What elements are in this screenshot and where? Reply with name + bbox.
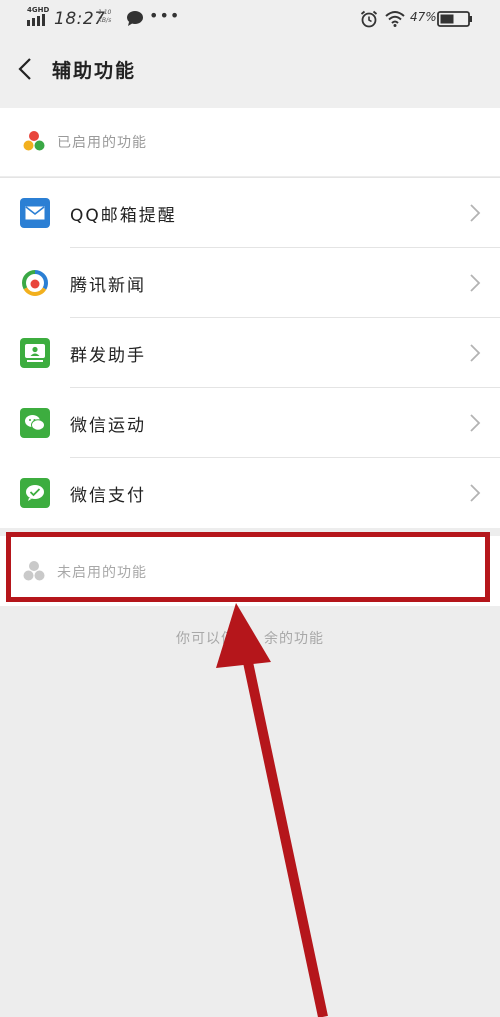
mail-icon: [20, 198, 50, 228]
list-item-label: 微信支付: [70, 486, 146, 506]
back-button[interactable]: [10, 52, 40, 86]
list-item-tencent-news[interactable]: 腾讯新闻: [0, 248, 500, 318]
annotation-highlight-box: [6, 532, 490, 602]
feature-dots-icon: [23, 131, 45, 151]
title-bar: 辅助功能: [0, 40, 500, 110]
wechat-pay-icon: [20, 478, 50, 508]
wifi-icon: [385, 11, 405, 27]
status-bar: 4GHD 18:27 1.10 KB/s ••• 47%: [0, 0, 500, 40]
battery-percentage: 47%: [410, 10, 437, 24]
hint-text: 你可以停 余的功能: [0, 628, 500, 648]
hint-text-left: 你可以停: [176, 631, 236, 647]
mass-send-icon: [20, 338, 50, 368]
list-item-label: 微信运动: [70, 416, 146, 436]
enabled-section-label: 已启用的功能: [57, 135, 147, 151]
back-arrow-icon: [18, 58, 31, 80]
chevron-right-icon: [470, 344, 481, 362]
message-notification-icon: [127, 11, 143, 26]
enabled-features-list: QQ邮箱提醒 腾讯新闻 群发助手 微信运动 微信支付: [0, 178, 500, 528]
list-item-mass-send[interactable]: 群发助手: [0, 318, 500, 388]
chevron-right-icon: [470, 484, 481, 502]
alarm-icon: [360, 10, 378, 28]
list-item-label: 群发助手: [70, 346, 146, 366]
list-item-label: 腾讯新闻: [70, 276, 146, 296]
signal-icon: [27, 14, 45, 26]
wechat-sport-icon: [20, 408, 50, 438]
speed-value: 1.10: [98, 9, 112, 16]
page-title: 辅助功能: [52, 60, 137, 82]
hint-text-right: 余的功能: [264, 631, 324, 647]
speed-unit: KB/s: [98, 17, 112, 24]
list-item-wechat-sport[interactable]: 微信运动: [0, 388, 500, 458]
list-item-wechat-pay[interactable]: 微信支付: [0, 458, 500, 528]
chevron-right-icon: [470, 414, 481, 432]
network-speed: 1.10 KB/s: [98, 9, 111, 25]
list-item-qq-mail[interactable]: QQ邮箱提醒: [0, 178, 500, 248]
chevron-right-icon: [470, 204, 481, 222]
more-notifications-icon: •••: [149, 6, 181, 25]
battery-icon: [437, 11, 472, 27]
list-item-label: QQ邮箱提醒: [70, 206, 177, 226]
tencent-news-icon: [20, 268, 50, 298]
enabled-section-header: 已启用的功能: [0, 108, 500, 176]
chevron-right-icon: [470, 274, 481, 292]
